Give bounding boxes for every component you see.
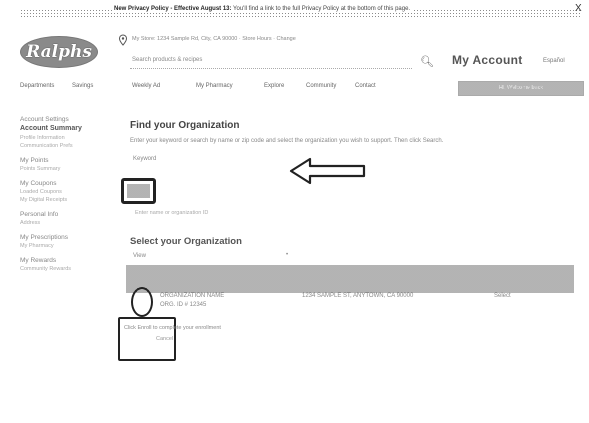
sidebar-item-account-settings[interactable]: Account Settings [20,116,69,123]
sidebar-item-address[interactable]: Address [20,220,40,226]
sidebar-item-account-summary[interactable]: Account Summary [20,125,82,132]
sidebar-item-personal-info[interactable]: Personal Info [20,211,58,218]
nav-savings[interactable]: Savings [72,83,93,89]
banner-bold-text: New Privacy Policy - Effective August 13… [114,6,232,12]
enroll-instructions: Click Enroll to complete your enrollment [124,325,221,331]
keyword-label: Keyword [133,156,157,162]
my-account-link[interactable]: My Account [452,53,523,67]
nav-community[interactable]: Community [306,83,336,89]
radio-select-circle[interactable] [131,287,153,317]
search-button-fill [127,184,150,198]
select-organization-title: Select your Organization [130,236,242,247]
organization-name: ORGANIZATION NAME [160,293,225,299]
organization-id: ORG. ID # 12345 [160,302,207,308]
sidebar-item-my-coupons[interactable]: My Coupons [20,180,57,187]
find-organization-title: Find your Organization [130,120,240,131]
language-link[interactable]: Español [543,58,565,64]
pin-icon [118,34,128,46]
sidebar-item-prescriptions[interactable]: My Prescriptions [20,234,68,241]
search-placeholder: Search products & recipes [132,57,203,63]
nav-pharmacy[interactable]: My Pharmacy [196,83,233,89]
arrow-left-icon [289,157,366,185]
search-icon[interactable]: 🔍︎ [420,55,434,68]
banner-rest-text: You'll find a link to the full Privacy P… [231,6,411,12]
organization-table-header [126,265,574,293]
ralphs-logo[interactable]: Ralphs [20,36,98,68]
select-organization-link[interactable]: Select [494,293,511,299]
close-icon[interactable]: X [575,3,582,14]
sidebar-item-profile[interactable]: Profile Information [20,135,65,141]
keyword-hint: Enter name or organization ID [135,210,209,216]
organization-address: 1234 SAMPLE ST, ANYTOWN, CA 90000 [302,293,414,299]
view-select[interactable]: • [286,252,288,258]
store-info[interactable]: My Store: 1234 Sample Rd, City, CA 90000… [132,36,296,42]
sidebar-item-my-points[interactable]: My Points [20,157,49,164]
sidebar-item-communication[interactable]: Communication Prefs [20,143,73,149]
sidebar-item-receipts[interactable]: My Digital Receipts [20,197,67,203]
account-menu-label: Hi, Welcome back [498,85,544,91]
banner-text: New Privacy Policy - Effective August 13… [112,6,413,12]
sidebar-item-my-rewards[interactable]: My Rewards [20,257,56,264]
nav-departments[interactable]: Departments [20,83,54,89]
account-menu-button[interactable]: Hi, Welcome back [458,81,584,96]
find-organization-description: Enter your keyword or search by name or … [130,138,444,144]
privacy-banner: New Privacy Policy - Effective August 13… [0,0,589,22]
nav-contact[interactable]: Contact [355,83,376,89]
nav-weekly-ad[interactable]: Weekly Ad [132,83,160,89]
sidebar-item-loaded-coupons[interactable]: Loaded Coupons [20,189,62,195]
cancel-link[interactable]: Cancel [156,336,173,342]
view-label: View [133,253,146,259]
nav-explore[interactable]: Explore [264,83,284,89]
sidebar-item-community-rewards[interactable]: Community Rewards [20,266,71,272]
sidebar-item-pharmacy[interactable]: My Pharmacy [20,243,54,249]
search-organization-button[interactable] [121,178,156,204]
sidebar-item-points-summary[interactable]: Points Summary [20,166,60,172]
